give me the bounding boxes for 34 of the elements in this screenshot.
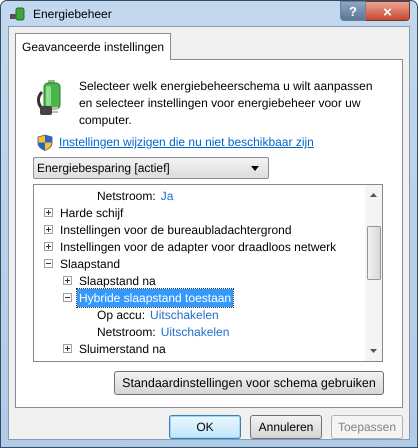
expand-icon[interactable]	[44, 242, 53, 251]
expand-icon[interactable]	[44, 225, 53, 234]
tree-item[interactable]: Instellingen voor de bureaubladachtergrond	[58, 220, 294, 238]
tree-item[interactable]: Slaapstand na	[77, 272, 158, 290]
tree-item[interactable]: Slaapstand	[58, 254, 122, 272]
setting-label: Op accu:	[97, 306, 146, 324]
intro-text: Selecteer welk energiebeheerschema u wilt aanpassen en selecteer instellingen voor energiebeheer voor uw computer.	[79, 78, 374, 129]
admin-settings-link[interactable]: Instellingen wijzigen die nu niet beschikbaar zijn	[59, 133, 314, 151]
scrollbar[interactable]	[365, 185, 382, 361]
dropdown-arrow-icon	[251, 166, 259, 170]
expand-icon[interactable]	[63, 276, 72, 285]
restore-defaults-button[interactable]: Standaardinstellingen voor schema gebruiken	[114, 371, 384, 395]
collapse-icon[interactable]	[63, 293, 72, 302]
setting-label: Netstroom:	[97, 324, 156, 340]
setting-value-link[interactable]: Ja	[160, 186, 174, 204]
collapse-icon[interactable]	[44, 259, 53, 268]
tree-item[interactable]: Harde schijf	[58, 204, 126, 222]
scroll-down-arrow-icon[interactable]	[370, 349, 377, 353]
scroll-up-arrow-icon[interactable]	[370, 193, 377, 197]
setting-value-link[interactable]: Uitschakelen	[150, 306, 219, 324]
setting-value-link[interactable]: Uitschakelen	[160, 322, 230, 340]
plan-dropdown[interactable]: Energiebesparing [actief]	[33, 157, 269, 179]
setting-label: Netstroom:	[97, 188, 156, 204]
shield-icon	[37, 134, 53, 150]
expand-icon[interactable]	[63, 344, 72, 353]
tree-item[interactable]: Instellingen voor de adapter voor draadloos netwerk	[58, 238, 338, 256]
tree-item[interactable]: Sluimerstand na	[77, 340, 168, 358]
tab[interactable]: Geavanceerde instellingen	[15, 33, 172, 60]
dialog-button[interactable]: Annuleren	[250, 415, 322, 439]
expand-icon[interactable]	[44, 208, 53, 217]
window-title: Energiebeheer	[33, 6, 112, 22]
scrollbar-thumb[interactable]	[366, 226, 380, 280]
dialog-button[interactable]: OK	[169, 415, 241, 439]
battery-plug-icon	[9, 6, 27, 22]
